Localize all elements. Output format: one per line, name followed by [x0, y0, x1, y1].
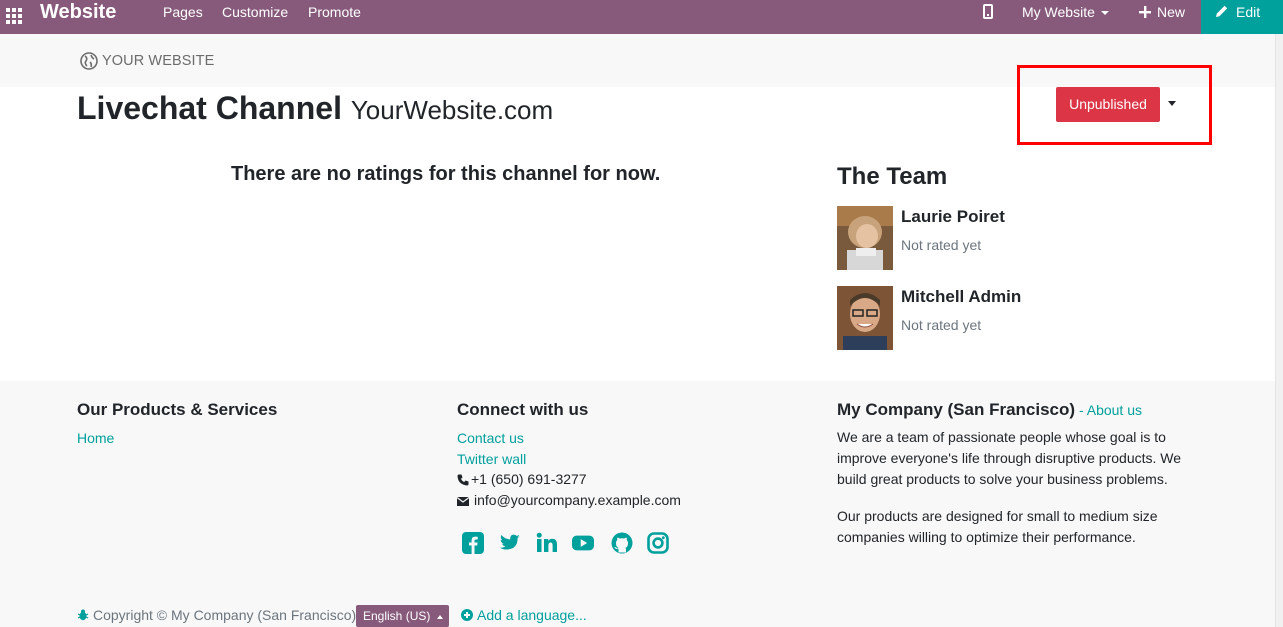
language-selector[interactable]: English (US) — [356, 605, 449, 627]
app-brand[interactable]: Website — [40, 0, 116, 34]
logo-text: YOUR WEBSITE — [102, 53, 215, 69]
footer-link-home[interactable]: Home — [77, 428, 114, 448]
no-ratings-message: There are no ratings for this channel fo… — [231, 163, 661, 185]
pencil-icon — [1216, 5, 1228, 17]
twitter-icon[interactable] — [499, 532, 521, 554]
my-website-label: My Website — [1022, 4, 1095, 20]
edit-label: Edit — [1236, 4, 1261, 20]
footer-link-twitter-wall[interactable]: Twitter wall — [457, 449, 526, 469]
page-subtitle: YourWebsite.com — [350, 95, 554, 125]
facebook-icon[interactable] — [462, 532, 484, 554]
team-title: The Team — [837, 163, 948, 190]
linkedin-icon[interactable] — [536, 532, 558, 554]
envelope-icon — [457, 497, 469, 506]
copyright-label: Copyright © My Company (San Francisco) — [93, 607, 357, 623]
products-heading: Our Products & Services — [77, 400, 278, 419]
avatar — [837, 206, 893, 270]
mitchell-avatar-image — [837, 286, 893, 350]
footer-link-contact-us[interactable]: Contact us — [457, 428, 524, 448]
unpublished-button[interactable]: Unpublished — [1056, 87, 1160, 122]
about-paragraph: We are a team of passionate people whose… — [837, 429, 1182, 487]
site-logo[interactable]: YOUR WEBSITE — [80, 51, 214, 71]
youtube-icon[interactable] — [572, 532, 594, 554]
laurie-avatar-image — [837, 206, 893, 270]
page-title-text: Livechat Channel — [77, 90, 342, 126]
about-paragraph: Our products are designed for small to m… — [837, 508, 1158, 545]
about-us-link[interactable]: About us — [1087, 402, 1142, 418]
menu-promote[interactable]: Promote — [308, 0, 361, 24]
company-heading: My Company (San Francisco) - About us — [837, 399, 1142, 421]
team-member-name: Laurie Poiret — [901, 207, 1005, 226]
bug-icon — [77, 609, 89, 621]
team-member-status: Not rated yet — [901, 237, 982, 253]
menu-pages[interactable]: Pages — [163, 0, 203, 24]
team-member-status: Not rated yet — [901, 317, 982, 333]
page-scrollbar[interactable] — [1275, 34, 1283, 627]
globe-icon — [80, 52, 98, 70]
my-website-dropdown[interactable]: My Website — [1022, 0, 1109, 24]
chevron-down-icon — [1100, 11, 1109, 16]
avatar — [837, 286, 893, 350]
plus-icon — [1139, 6, 1151, 18]
top-navbar: Website Pages Customize Promote My Websi… — [0, 0, 1283, 34]
company-title: My Company (San Francisco) — [837, 400, 1076, 419]
caret-down-icon[interactable] — [1168, 101, 1176, 106]
connect-heading: Connect with us — [457, 400, 589, 419]
about-separator: - — [1075, 402, 1087, 418]
phone-icon — [457, 474, 469, 486]
language-label: English (US) — [363, 609, 431, 623]
add-language-link[interactable]: Add a language... — [461, 605, 587, 625]
apps-grid-icon[interactable] — [6, 8, 22, 24]
page-title: Livechat Channel YourWebsite.com — [77, 88, 553, 130]
caret-up-icon — [437, 615, 443, 619]
footer-email[interactable]: info@yourcompany.example.com — [474, 490, 681, 511]
edit-button[interactable]: Edit — [1201, 0, 1283, 34]
instagram-icon[interactable] — [647, 532, 669, 554]
mobile-preview-icon[interactable] — [983, 4, 993, 19]
team-member-name: Mitchell Admin — [901, 287, 1022, 306]
footer-phone: +1 (650) 691-3277 — [471, 471, 587, 487]
copyright-text: Copyright © My Company (San Francisco) — [77, 605, 356, 625]
new-label: New — [1157, 4, 1186, 20]
new-button[interactable]: New — [1139, 0, 1185, 24]
github-icon[interactable] — [611, 532, 633, 554]
menu-customize[interactable]: Customize — [222, 0, 288, 24]
